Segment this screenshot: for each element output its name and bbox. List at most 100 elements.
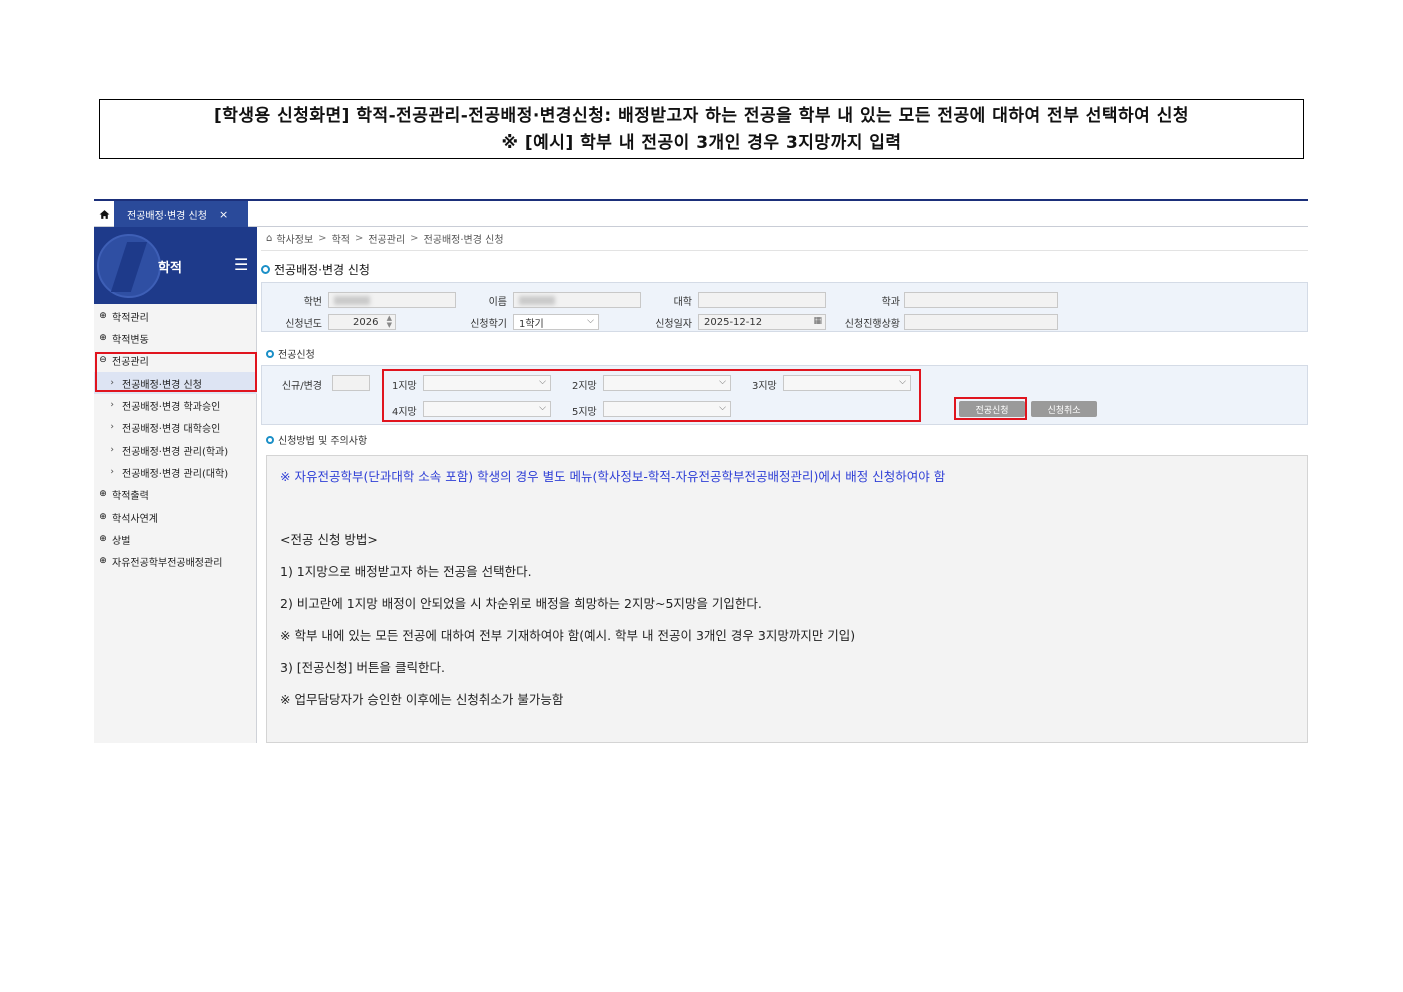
note-line-step-1: 1) 1지망으로 배정받고자 하는 전공을 선택한다. [280, 564, 532, 579]
stepper-arrows-icon[interactable]: ▲ ▼ [387, 315, 392, 329]
name-label: 이름 [488, 297, 507, 308]
chevron-right-icon: › [110, 445, 114, 455]
note-line-method-title: <전공 신청 방법> [280, 532, 378, 547]
home-icon[interactable]: ⌂ [266, 233, 272, 244]
sidebar-item-record-print[interactable]: ⊕ 학적출력 [94, 483, 257, 505]
dept-label: 학과 [881, 297, 900, 308]
plus-circle-icon: ⊕ [99, 489, 107, 499]
main-content: ⌂ 학사정보 > 학적 > 전공관리 > 전공배정·변경 신청 전공배정·변경 … [261, 227, 1308, 743]
dept-field [904, 292, 1058, 308]
year-label: 신청년도 [285, 319, 322, 330]
semester-select[interactable]: 1학기 ⌵ [513, 314, 599, 330]
sidebar-item-label: 전공배정·변경 관리(학과) [122, 446, 229, 458]
note-line-step-3: 3) [전공신청] 버튼을 클릭한다. [280, 660, 445, 675]
choices-highlight-box [382, 369, 921, 422]
notes-section-title-text: 신청방법 및 주의사항 [278, 436, 368, 447]
breadcrumb-separator: > [318, 233, 327, 244]
bullet-circle-icon [266, 349, 274, 358]
apply-section-title: 전공신청 [266, 346, 315, 361]
sidebar: 학적 ☰ ⊕ 학적관리 ⊕ 학적변동 ⊖ 전공관리 › 전공배정·변경 신청 › [94, 227, 257, 743]
bullet-circle-icon [261, 264, 270, 274]
status-field [904, 314, 1058, 330]
date-value: 2025-12-12 [704, 316, 763, 328]
breadcrumb: ⌂ 학사정보 > 학적 > 전공관리 > 전공배정·변경 신청 [261, 227, 1308, 251]
tab-label: 전공배정·변경 신청 [127, 210, 207, 222]
notes-panel: ※ 자유전공학부(단과대학 소속 포함) 학생의 경우 별도 메뉴(학사정보-학… [266, 455, 1308, 743]
caption-line-1: [학생용 신청화면] 학적-전공관리-전공배정·변경신청: 배정받고자 하는 전… [213, 106, 1190, 126]
caption-box: [학생용 신청화면] 학적-전공관리-전공배정·변경신청: 배정받고자 하는 전… [99, 99, 1304, 159]
apply-section-title-text: 전공신청 [278, 350, 315, 361]
note-line-no-cancel: ※ 업무담당자가 승인한 이후에는 신청취소가 불가능함 [280, 692, 564, 707]
status-label: 신청진행상황 [844, 319, 900, 330]
student-no-field [328, 292, 456, 308]
app-window: 전공배정·변경 신청 × 학적 ☰ ⊕ 학적관리 ⊕ 학적변동 ⊖ 전공관리 ›… [94, 199, 1308, 743]
plus-circle-icon: ⊕ [99, 333, 107, 343]
chevron-right-icon: › [110, 400, 114, 410]
student-info-panel: 학번 이름 대학 학과 신청년도 2026 ▲ ▼ 신청학기 1학기 ⌵ 신청일자 [261, 282, 1308, 332]
type-label: 신규/변경 [281, 381, 322, 392]
breadcrumb-separator: > [354, 233, 364, 244]
sidebar-item-academic-record[interactable]: ⊕ 학적관리 [94, 305, 257, 327]
page-title-text: 전공배정·변경 신청 [274, 262, 370, 277]
plus-circle-icon: ⊕ [99, 311, 107, 321]
sidebar-item-label: 자유전공학부전공배정관리 [112, 557, 223, 569]
sidebar-item-bachelor-master[interactable]: ⊕ 학석사연계 [94, 506, 257, 528]
hamburger-menu-icon[interactable]: ☰ [234, 255, 248, 274]
breadcrumb-item[interactable]: 학사정보 [276, 231, 313, 246]
year-stepper[interactable]: 2026 ▲ ▼ [328, 314, 396, 330]
student-no-label: 학번 [303, 297, 322, 308]
date-label: 신청일자 [655, 319, 692, 330]
breadcrumb-item[interactable]: 전공관리 [368, 231, 405, 246]
college-field [698, 292, 826, 308]
plus-circle-icon: ⊕ [99, 534, 107, 544]
notes-section-title: 신청방법 및 주의사항 [266, 432, 367, 447]
sidebar-item-record-change[interactable]: ⊕ 학적변동 [94, 327, 257, 349]
sidebar-item-label: 학적관리 [112, 312, 149, 324]
sidebar-highlight-box [95, 352, 257, 392]
redacted-value [334, 295, 370, 305]
sidebar-item-label: 학적변동 [112, 334, 149, 346]
sidebar-item-label: 전공배정·변경 학과승인 [122, 401, 221, 413]
chevron-down-icon: ⌵ [587, 316, 594, 326]
chevron-right-icon: › [110, 467, 114, 477]
home-icon[interactable] [94, 201, 114, 227]
close-icon[interactable]: × [219, 208, 228, 221]
college-label: 대학 [673, 297, 692, 308]
sidebar-item-label: 상벌 [112, 535, 131, 547]
sidebar-item-label: 전공배정·변경 대학승인 [122, 423, 221, 435]
sidebar-item-label: 전공배정·변경 관리(대학) [122, 468, 229, 480]
bullet-circle-icon [266, 435, 274, 444]
semester-label: 신청학기 [470, 319, 507, 330]
breadcrumb-item[interactable]: 전공배정·변경 신청 [424, 231, 504, 246]
caption-line-2: ※ [예시] 학부 내 전공이 3개인 경우 3지망까지 입력 [501, 133, 902, 153]
sidebar-subitem-college-approval[interactable]: › 전공배정·변경 대학승인 [94, 416, 257, 438]
university-logo-icon [97, 234, 161, 298]
sidebar-title: 학적 [158, 261, 182, 276]
breadcrumb-separator: > [410, 233, 419, 244]
page-title: 전공배정·변경 신청 [261, 258, 370, 280]
sidebar-subitem-manage-college[interactable]: › 전공배정·변경 관리(대학) [94, 461, 257, 483]
sidebar-item-free-major-assign[interactable]: ⊕ 자유전공학부전공배정관리 [94, 550, 257, 572]
name-field [513, 292, 641, 308]
plus-circle-icon: ⊕ [99, 556, 107, 566]
sidebar-item-label: 학석사연계 [112, 513, 158, 525]
plus-circle-icon: ⊕ [99, 512, 107, 522]
tab-major-apply[interactable]: 전공배정·변경 신청 × [114, 201, 248, 227]
year-value: 2026 [353, 316, 379, 328]
redacted-value [519, 295, 555, 305]
sidebar-item-reward-discipline[interactable]: ⊕ 상벌 [94, 528, 257, 550]
note-line-free-major: ※ 자유전공학부(단과대학 소속 포함) 학생의 경우 별도 메뉴(학사정보-학… [280, 469, 946, 484]
date-field[interactable]: 2025-12-12 ▦ [698, 314, 826, 330]
cancel-button[interactable]: 신청취소 [1031, 401, 1097, 417]
breadcrumb-item[interactable]: 학적 [332, 231, 350, 246]
chevron-right-icon: › [110, 422, 114, 432]
sidebar-subitem-dept-approval[interactable]: › 전공배정·변경 학과승인 [94, 394, 257, 416]
sidebar-subitem-manage-dept[interactable]: › 전공배정·변경 관리(학과) [94, 439, 257, 461]
calendar-icon[interactable]: ▦ [813, 316, 822, 326]
note-line-all-majors: ※ 학부 내에 있는 모든 전공에 대하여 전부 기재하여야 함(예시. 학부 … [280, 628, 856, 643]
sidebar-header: 학적 ☰ [94, 227, 257, 304]
sidebar-item-label: 학적출력 [112, 490, 149, 502]
tab-bar: 전공배정·변경 신청 × [94, 201, 1308, 227]
apply-button-highlight-box [954, 397, 1027, 420]
note-line-step-2: 2) 비고란에 1지망 배정이 안되었을 시 차순위로 배정을 희망하는 2지망… [280, 596, 762, 611]
